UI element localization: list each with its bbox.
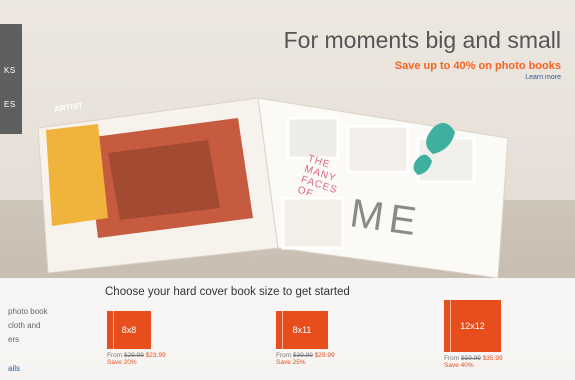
- size-option-8x8[interactable]: 8x8 From $29.99 $23.99 Save 20%: [107, 311, 166, 366]
- details-link[interactable]: ails: [8, 364, 20, 373]
- price-line: From $39.99 $29.99: [276, 352, 335, 359]
- original-price: $29.99: [123, 352, 144, 359]
- book-spine: [450, 300, 451, 352]
- price-line: From $59.99 $35.99: [444, 355, 503, 362]
- book-spine: [113, 311, 114, 349]
- price-from: From: [276, 352, 292, 359]
- sale-price: $23.99: [145, 352, 166, 359]
- size-chooser-prompt: Choose your hard cover book size to get …: [105, 286, 350, 298]
- price-from: From: [107, 352, 123, 359]
- left-description-line: cloth and: [8, 321, 41, 330]
- savings-text: Save 25%: [276, 359, 306, 366]
- book-size-button[interactable]: 8x8: [107, 311, 151, 349]
- sale-price: $29.99: [314, 352, 335, 359]
- photo-book-image: [38, 98, 509, 278]
- price-from: From: [444, 355, 460, 362]
- promo-text: Save up to 40% on photo books: [394, 60, 561, 72]
- book-size-button[interactable]: 12x12: [444, 300, 501, 352]
- side-menu-item[interactable]: KS: [4, 66, 16, 75]
- savings-text: Save 20%: [107, 359, 137, 366]
- book-size-button[interactable]: 8x11: [276, 311, 328, 349]
- savings-text: Save 40%: [444, 362, 474, 369]
- hero-heading: For moments big and small Save up to 40%…: [284, 27, 561, 81]
- book-size-label: 8x8: [121, 325, 137, 335]
- learn-more-link[interactable]: Learn more: [284, 74, 561, 81]
- hero-title: For moments big and small: [283, 27, 561, 53]
- book-size-label: 12x12: [460, 321, 485, 331]
- left-description-line: photo book: [8, 307, 48, 316]
- sale-price: $35.99: [482, 355, 503, 362]
- book-spine: [282, 311, 283, 349]
- side-menu[interactable]: KS ES: [0, 24, 22, 134]
- size-option-12x12[interactable]: 12x12 From $59.99 $35.99 Save 40%: [444, 300, 503, 369]
- original-price: $59.99: [460, 355, 481, 362]
- original-price: $39.99: [292, 352, 313, 359]
- price-line: From $29.99 $23.99: [107, 352, 166, 359]
- size-option-8x11[interactable]: 8x11 From $39.99 $29.99 Save 25%: [276, 311, 335, 366]
- book-size-label: 8x11: [292, 325, 312, 335]
- left-description-line: ers: [8, 335, 20, 344]
- side-menu-item[interactable]: ES: [4, 100, 16, 109]
- left-description: photo book cloth and ers: [8, 305, 48, 347]
